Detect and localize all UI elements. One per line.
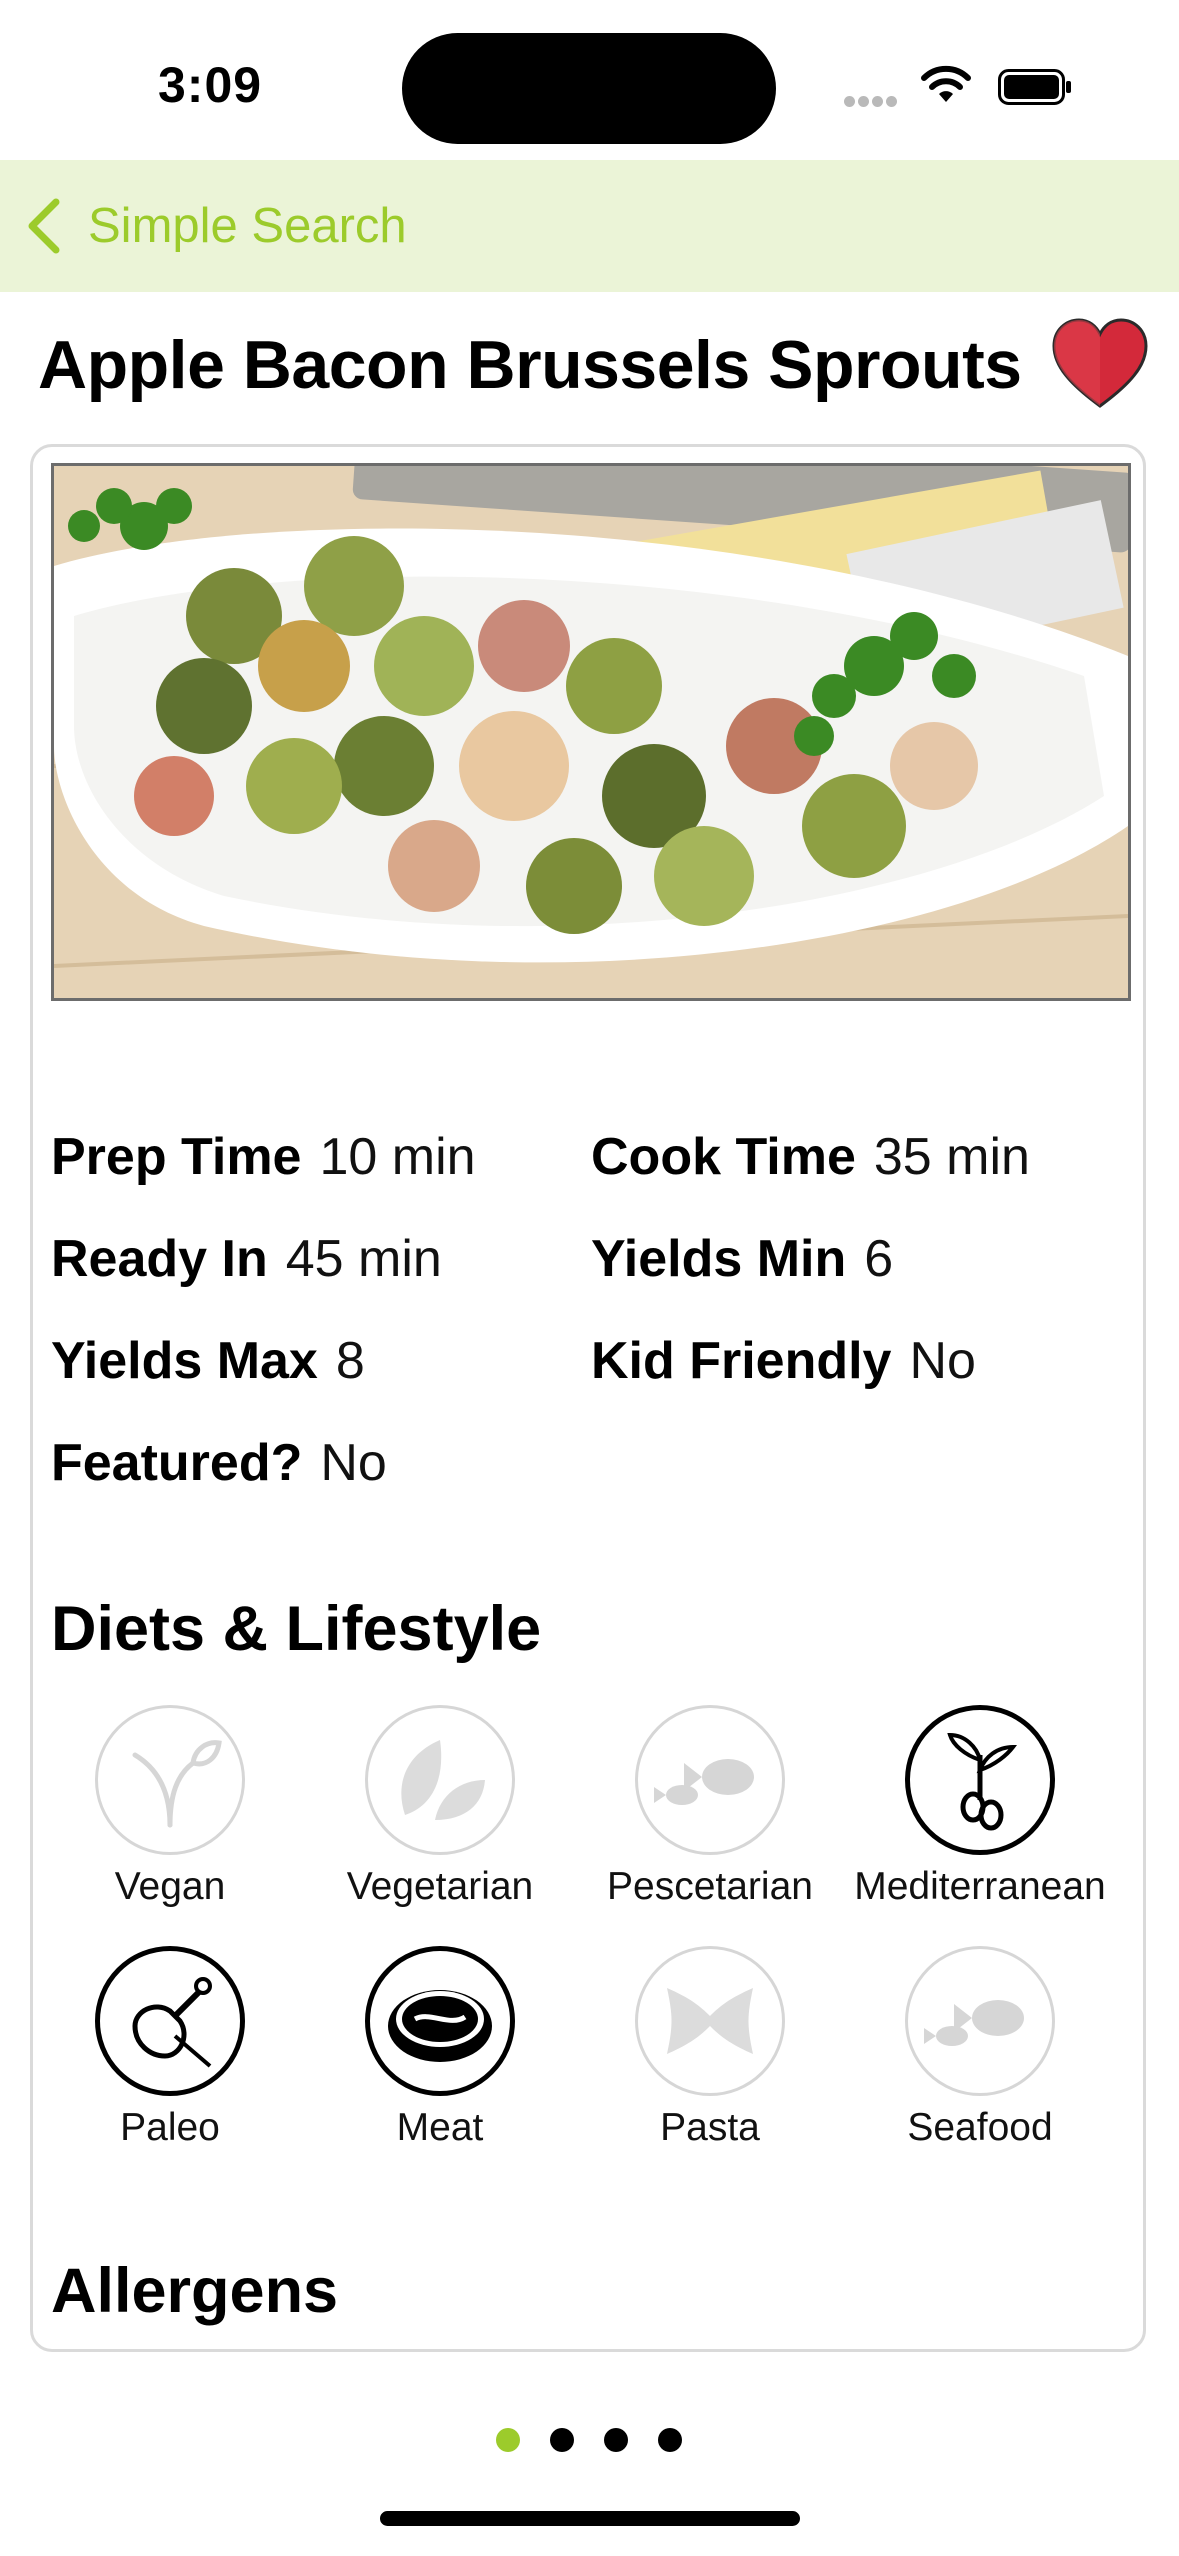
diet-label: Vegetarian: [346, 1865, 534, 1908]
stat-value: 6: [864, 1230, 894, 1288]
diet-mediterranean-circle: [905, 1705, 1055, 1855]
diet-label: Paleo: [120, 2106, 220, 2149]
status-bar: 3:09: [0, 0, 1179, 160]
diet-meat: Meat: [310, 1946, 570, 2150]
stat-prep-time: Prep Time 10 min: [51, 1127, 476, 1187]
leaves-icon: [401, 1740, 485, 1820]
sprout-icon: [132, 1740, 222, 1828]
fish-icon: [924, 2000, 1024, 2046]
status-time: 3:09: [158, 57, 263, 113]
stat-kid-friendly: Kid Friendly No: [591, 1331, 976, 1391]
cellular-signal-icon: [844, 94, 900, 112]
stat-value: No: [909, 1332, 976, 1390]
stat-ready-in: Ready In 45 min: [51, 1229, 442, 1289]
diet-label: Pasta: [660, 2106, 760, 2149]
recipe-title: Apple Bacon Brussels Sprouts: [38, 327, 1022, 403]
navigation-bar: Simple Search: [0, 160, 1179, 292]
recipe-photo: [51, 463, 1131, 1001]
diets-heading: Diets & Lifestyle: [51, 1594, 542, 1664]
stat-label: Ready In: [51, 1230, 268, 1288]
stat-label: Yields Max: [51, 1332, 318, 1390]
page-dot-3[interactable]: [604, 2428, 628, 2452]
diet-seafood-circle: [905, 1946, 1055, 2096]
diet-label: Mediterranean: [854, 1865, 1106, 1908]
diet-label: Seafood: [907, 2106, 1053, 2149]
page-dot-4[interactable]: [658, 2428, 682, 2452]
diet-pescetarian-circle: [635, 1705, 785, 1855]
diet-label: Pescetarian: [607, 1865, 813, 1908]
stat-label: Yields Min: [591, 1230, 847, 1288]
favorite-heart-icon[interactable]: [1050, 316, 1150, 412]
recipe-card: Prep Time 10 min Cook Time 35 min Ready In…: [30, 444, 1146, 2352]
diet-pescetarian: Pescetarian: [580, 1705, 840, 1909]
diet-label: Meat: [396, 2106, 484, 2149]
diet-seafood: Seafood: [850, 1946, 1110, 2150]
diet-paleo: Paleo: [40, 1946, 300, 2150]
stat-value: No: [320, 1434, 387, 1492]
olive-branch-icon: [947, 1732, 1018, 1831]
back-button-label: Simple Search: [88, 199, 407, 253]
meat-leg-icon: [132, 1977, 212, 2068]
diet-vegan-circle: [95, 1705, 245, 1855]
page-dot-1[interactable]: [496, 2428, 520, 2452]
stat-value: 8: [335, 1332, 365, 1390]
steak-icon: [388, 1990, 492, 2062]
diet-vegan: Vegan: [40, 1705, 300, 1909]
diet-vegetarian-circle: [365, 1705, 515, 1855]
stat-yields-min: Yields Min 6: [591, 1229, 893, 1289]
diet-pasta: Pasta: [580, 1946, 840, 2150]
stat-featured: Featured? No: [51, 1433, 387, 1493]
diet-pasta-circle: [635, 1946, 785, 2096]
home-indicator[interactable]: [380, 2511, 800, 2526]
diet-meat-circle: [365, 1946, 515, 2096]
stat-value: 45 min: [285, 1230, 442, 1288]
stat-label: Cook Time: [591, 1128, 856, 1186]
diet-paleo-circle: [95, 1946, 245, 2096]
stat-label: Featured?: [51, 1434, 303, 1492]
chevron-left-icon: [28, 198, 60, 254]
stat-label: Prep Time: [51, 1128, 302, 1186]
battery-icon: [998, 69, 1071, 105]
fish-icon: [654, 1759, 754, 1805]
diet-vegetarian: Vegetarian: [310, 1705, 570, 1909]
stat-label: Kid Friendly: [591, 1332, 892, 1390]
wifi-icon: [921, 65, 971, 102]
stat-value: 10 min: [319, 1128, 476, 1186]
allergens-heading: Allergens: [51, 2256, 339, 2326]
stat-value: 35 min: [873, 1128, 1030, 1186]
diet-mediterranean: Mediterranean: [850, 1705, 1110, 1909]
back-button[interactable]: Simple Search: [22, 160, 407, 292]
diet-label: Vegan: [114, 1865, 226, 1908]
stat-cook-time: Cook Time 35 min: [591, 1127, 1030, 1187]
pasta-bow-icon: [667, 1988, 753, 2054]
page-dot-2[interactable]: [550, 2428, 574, 2452]
page-control[interactable]: [496, 2428, 712, 2452]
dynamic-island: [402, 33, 776, 144]
stat-yields-max: Yields Max 8: [51, 1331, 365, 1391]
